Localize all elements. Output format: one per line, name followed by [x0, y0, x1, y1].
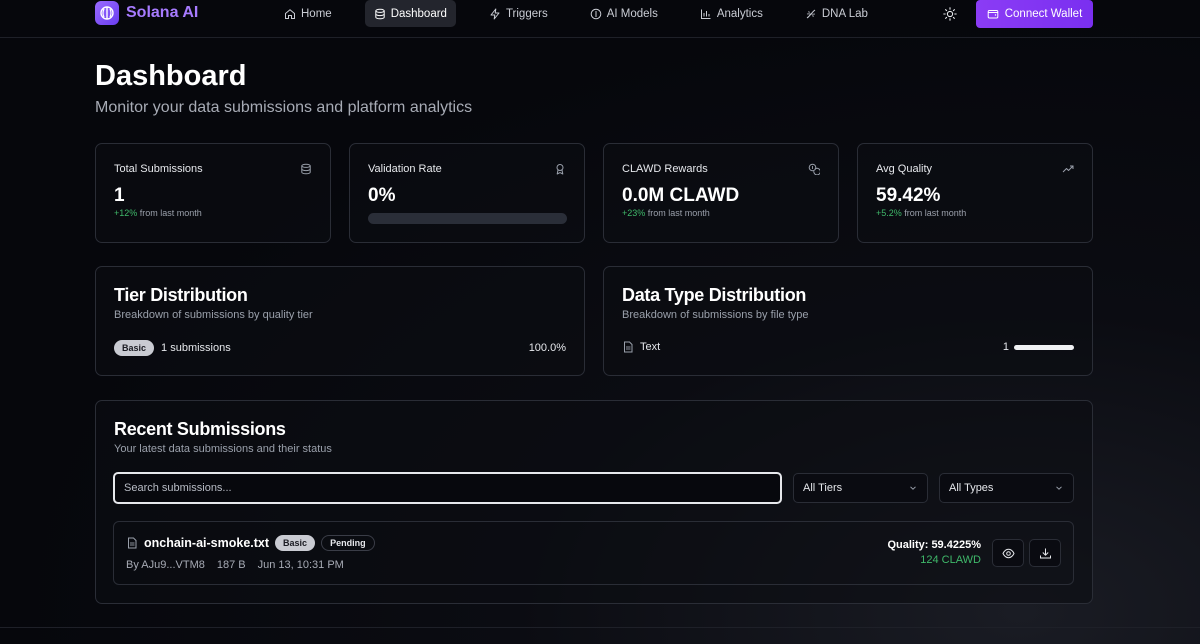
nav-item-label: Triggers — [505, 7, 548, 20]
tier-filter-select[interactable]: All Tiers — [793, 473, 928, 503]
nav-item-label: Home — [301, 7, 332, 20]
stat-card-validation-rate: Validation Rate 0% — [349, 143, 585, 243]
section-title: Tier Distribution — [114, 285, 248, 305]
tier-distribution-card: Tier Distribution Breakdown of submissio… — [95, 266, 585, 376]
nav-item-label: DNA Lab — [821, 7, 868, 20]
section-title: Data Type Distribution — [622, 285, 807, 305]
type-filter-select[interactable]: All Types — [939, 473, 1074, 503]
stat-label: Validation Rate — [368, 163, 442, 175]
info-circle-icon — [590, 8, 602, 19]
submission-status-badge: Pending — [321, 535, 375, 551]
section-subtitle: Breakdown of submissions by file type — [622, 309, 809, 321]
stat-label: CLAWD Rewards — [622, 163, 708, 175]
stat-change: +5.2% from last month — [876, 208, 966, 218]
connect-wallet-button[interactable]: Connect Wallet — [976, 0, 1093, 28]
zap-icon — [490, 8, 500, 19]
nav-item-ai-models[interactable]: AI Models — [581, 0, 667, 27]
nav-item-home[interactable]: Home — [275, 0, 341, 27]
stat-change-suffix: from last month — [139, 208, 202, 218]
stat-change-suffix: from last month — [647, 208, 710, 218]
submission-file-name: onchain-ai-smoke.txt — [144, 536, 270, 550]
submission-date: Jun 13, 10:31 PM — [257, 559, 344, 571]
coins-icon — [808, 163, 820, 175]
chevron-down-icon — [1056, 486, 1062, 490]
submission-reward: 124 CLAWD — [920, 554, 981, 566]
page-subtitle: Monitor your data submissions and platfo… — [95, 99, 473, 116]
page-title: Dashboard — [95, 60, 247, 92]
theme-toggle-button[interactable] — [942, 6, 958, 22]
section-subtitle: Your latest data submissions and their s… — [114, 443, 332, 455]
nav-item-label: AI Models — [606, 7, 658, 20]
nav-items: Home Dashboard Triggers AI Models Analyt… — [275, 0, 901, 27]
type-row: Text — [622, 341, 660, 353]
connect-wallet-label: Connect Wallet — [1004, 8, 1083, 20]
stat-value: 59.42% — [876, 185, 941, 206]
stat-change-percent: +5.2% — [876, 208, 902, 218]
stat-change: +12% from last month — [114, 208, 202, 218]
tier-filter-value: All Tiers — [803, 482, 843, 494]
award-icon — [556, 164, 564, 175]
stat-change-percent: +23% — [622, 208, 646, 218]
data-type-distribution-card: Data Type Distribution Breakdown of subm… — [603, 266, 1093, 376]
submission-quality: Quality: 59.4225% — [887, 539, 981, 551]
type-bar — [1014, 345, 1074, 350]
stat-value: 0% — [368, 185, 396, 206]
stat-label: Total Submissions — [114, 163, 203, 175]
submission-size: 187 B — [216, 559, 246, 571]
stat-label: Avg Quality — [876, 163, 933, 175]
type-filter-value: All Types — [949, 482, 994, 494]
nav-item-dna-lab[interactable]: DNA Lab — [796, 0, 877, 27]
download-icon — [1039, 548, 1051, 558]
type-count: 1 — [1002, 341, 1009, 353]
brand[interactable]: Solana AI — [95, 1, 198, 25]
tier-count: 1 submissions — [161, 342, 231, 354]
stat-value: 0.0M CLAWD — [622, 185, 740, 206]
nav-item-dashboard[interactable]: Dashboard — [364, 0, 456, 27]
nav-item-label: Dashboard — [390, 7, 447, 20]
search-input[interactable] — [113, 472, 782, 504]
chevron-down-icon — [910, 486, 916, 490]
nav-item-triggers[interactable]: Triggers — [480, 0, 557, 27]
wallet-icon — [987, 10, 999, 19]
submission-meta: By AJu9...VTM8 187 B Jun 13, 10:31 PM — [126, 559, 344, 571]
submission-name-row: onchain-ai-smoke.txt Basic Pending — [126, 535, 375, 551]
top-nav: Solana AI Home Dashboard Triggers AI Mod… — [0, 0, 1200, 38]
dna-icon — [806, 9, 816, 18]
stat-change-suffix: from last month — [904, 208, 967, 218]
download-button[interactable] — [1029, 539, 1061, 567]
stat-change: +23% from last month — [622, 208, 710, 218]
validation-progress-bar — [368, 213, 567, 224]
stat-card-clawd-rewards: CLAWD Rewards 0.0M CLAWD +23% from last … — [603, 143, 839, 243]
section-title: Recent Submissions — [114, 419, 286, 439]
sun-icon — [943, 7, 957, 21]
nav-item-analytics[interactable]: Analytics — [691, 0, 772, 27]
stat-change-percent: +12% — [114, 208, 138, 218]
brand-name: Solana AI — [126, 4, 199, 21]
submission-row[interactable]: onchain-ai-smoke.txt Basic Pending By AJ… — [113, 521, 1074, 585]
bar-chart-icon — [700, 9, 711, 19]
tier-percent: 100.0% — [528, 342, 566, 354]
footer-divider — [0, 627, 1200, 628]
file-text-icon — [128, 537, 137, 549]
tier-row: Basic 1 submissions — [114, 340, 231, 356]
brand-logo-icon — [95, 1, 119, 25]
eye-icon — [1001, 548, 1015, 558]
tier-badge: Basic — [114, 340, 155, 356]
stat-card-total-submissions: Total Submissions 1 +12% from last month — [95, 143, 331, 243]
database-icon — [301, 163, 311, 175]
section-subtitle: Breakdown of submissions by quality tier — [114, 309, 313, 321]
type-label: Text — [640, 341, 661, 353]
home-icon — [285, 8, 295, 19]
submission-tier-badge: Basic — [275, 535, 316, 551]
stat-value: 1 — [114, 185, 125, 206]
stat-card-avg-quality: Avg Quality 59.42% +5.2% from last month — [857, 143, 1093, 243]
view-button[interactable] — [992, 539, 1024, 567]
database-icon — [374, 8, 385, 19]
file-text-icon — [624, 341, 633, 353]
trending-up-icon — [1062, 165, 1074, 173]
nav-item-label: Analytics — [716, 7, 763, 20]
submission-author: By AJu9...VTM8 — [126, 559, 205, 571]
